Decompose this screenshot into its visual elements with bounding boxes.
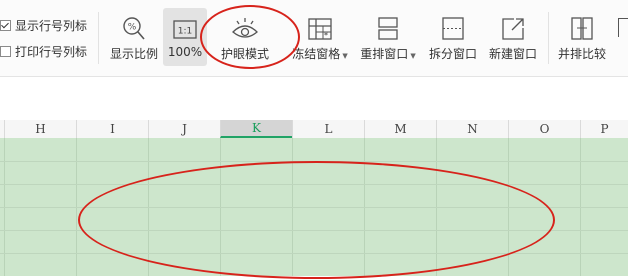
zoom-100-label: 100%: [167, 45, 203, 59]
split-window-button[interactable]: 拆分窗口: [425, 8, 481, 66]
print-row-col-headers-label: 打印行号列标: [15, 44, 88, 59]
zoom-ratio-button[interactable]: % 显示比例: [108, 8, 160, 66]
side-by-side-compare-label: 并排比较: [557, 47, 606, 61]
cell-grid[interactable]: [0, 138, 628, 276]
toolbar-divider: [548, 12, 549, 64]
side-by-side-icon: [569, 8, 595, 42]
zoom-magnifier-icon: %: [121, 8, 147, 42]
formula-bar-area: [0, 77, 628, 121]
ribbon-view-toolbar: 显示行号列标 打印行号列标 % 显示比例 1:1 100% 护眼模式 * 冻结窗…: [0, 0, 628, 77]
dropdown-caret-icon: ▼: [342, 52, 348, 60]
svg-text:%: %: [128, 23, 137, 33]
split-window-icon: [440, 8, 466, 42]
grid-row-line: [0, 184, 628, 185]
column-header-row: H I J K L M N O P: [0, 120, 628, 139]
svg-text:*: *: [324, 31, 328, 40]
eye-icon: [231, 8, 259, 42]
zoom-100-button[interactable]: 1:1 100%: [163, 8, 207, 66]
column-header-n[interactable]: N: [436, 120, 508, 138]
column-header-i[interactable]: I: [76, 120, 148, 138]
grid-row-line: [0, 161, 628, 162]
zoom-ratio-label: 显示比例: [109, 47, 158, 61]
checkbox-unchecked-icon[interactable]: [0, 45, 11, 57]
column-header-o[interactable]: O: [508, 120, 580, 138]
column-header-h[interactable]: H: [4, 120, 76, 138]
split-window-label: 拆分窗口: [428, 47, 477, 61]
grid-row-line: [0, 230, 628, 231]
one-to-one-icon-text: 1:1: [178, 27, 192, 37]
show-row-col-headers-checkbox[interactable]: 显示行号列标: [0, 16, 87, 34]
print-row-col-headers-checkbox[interactable]: 打印行号列标: [0, 42, 87, 60]
column-header-k[interactable]: K: [220, 120, 292, 138]
grid-row-line: [0, 207, 628, 208]
column-header-l[interactable]: L: [292, 120, 364, 138]
show-row-col-headers-label: 显示行号列标: [15, 18, 88, 33]
rearrange-windows-label: 重排窗口 ▼: [360, 47, 416, 61]
new-window-label: 新建窗口: [488, 47, 537, 61]
eye-protection-mode-label: 护眼模式: [220, 47, 269, 61]
column-header-j[interactable]: J: [148, 120, 220, 138]
column-header-p[interactable]: P: [580, 120, 628, 138]
eye-protection-mode-button[interactable]: 护眼模式: [216, 8, 274, 66]
partial-tool-icon[interactable]: [618, 18, 628, 37]
dropdown-caret-icon: ▼: [410, 52, 416, 60]
checkbox-checked-icon[interactable]: [0, 19, 11, 31]
rearrange-windows-button[interactable]: 重排窗口 ▼: [357, 8, 419, 66]
column-header-m[interactable]: M: [364, 120, 436, 138]
new-window-icon: [500, 8, 526, 42]
freeze-panes-label: 冻结窗格 ▼: [292, 47, 348, 61]
grid-row-line: [0, 253, 628, 254]
side-by-side-compare-button[interactable]: 并排比较: [554, 8, 610, 66]
freeze-panes-button[interactable]: * 冻结窗格 ▼: [290, 8, 350, 66]
freeze-panes-icon: *: [307, 8, 333, 42]
rearrange-windows-icon: [375, 8, 401, 42]
toolbar-divider: [98, 12, 99, 64]
new-window-button[interactable]: 新建窗口: [485, 8, 541, 66]
one-to-one-icon: 1:1: [172, 8, 198, 42]
